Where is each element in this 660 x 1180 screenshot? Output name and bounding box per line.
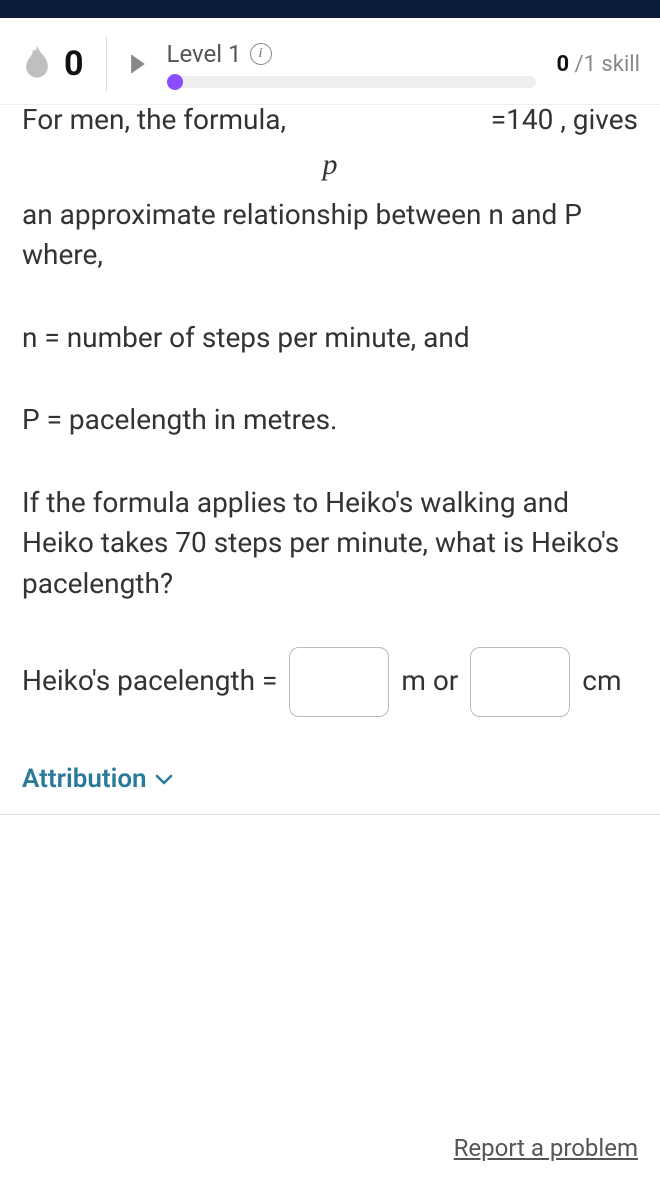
question-prompt: If the formula applies to Heiko's walkin… <box>22 483 638 605</box>
report-problem-link[interactable]: Report a problem <box>454 1134 638 1162</box>
definition-p: P = pacelength in metres. <box>22 400 638 441</box>
answer-input-m[interactable] <box>289 647 389 717</box>
streak-group: 0 <box>20 44 84 84</box>
flame-icon <box>20 45 54 83</box>
answer-input-cm[interactable] <box>470 647 570 717</box>
progress-thumb <box>167 74 183 90</box>
streak-count: 0 <box>64 44 84 84</box>
attribution-label: Attribution <box>22 761 147 799</box>
question-content: For men, the formula, =140 , gives p an … <box>0 105 660 815</box>
definition-n: n = number of steps per minute, and <box>22 318 638 359</box>
report-row: Report a problem <box>454 1116 660 1162</box>
answer-prefix: Heiko's pacelength = <box>22 661 277 702</box>
attribution-toggle[interactable]: Attribution <box>22 757 638 815</box>
play-icon[interactable] <box>129 53 147 75</box>
answer-unit-cm: cm <box>582 661 621 702</box>
level-group: Level 1 i <box>167 40 537 88</box>
chevron-down-icon <box>155 774 173 786</box>
answer-unit-m: m or <box>401 661 458 702</box>
info-icon[interactable]: i <box>250 43 272 65</box>
level-label: Level 1 <box>167 40 242 68</box>
answer-row: Heiko's pacelength = m or cm <box>22 647 638 717</box>
skill-counter: 0 /1 skill <box>556 52 640 77</box>
status-bar: 0 Level 1 i 0 /1 skill <box>0 18 660 105</box>
question-intro: an approximate relationship between n an… <box>22 195 638 276</box>
clipped-formula-line: For men, the formula, =140 , gives <box>22 105 638 141</box>
divider-line <box>0 814 660 815</box>
divider <box>106 36 107 92</box>
fraction-denominator: p <box>22 143 638 187</box>
progress-bar <box>167 76 537 88</box>
top-navbar <box>0 0 660 18</box>
